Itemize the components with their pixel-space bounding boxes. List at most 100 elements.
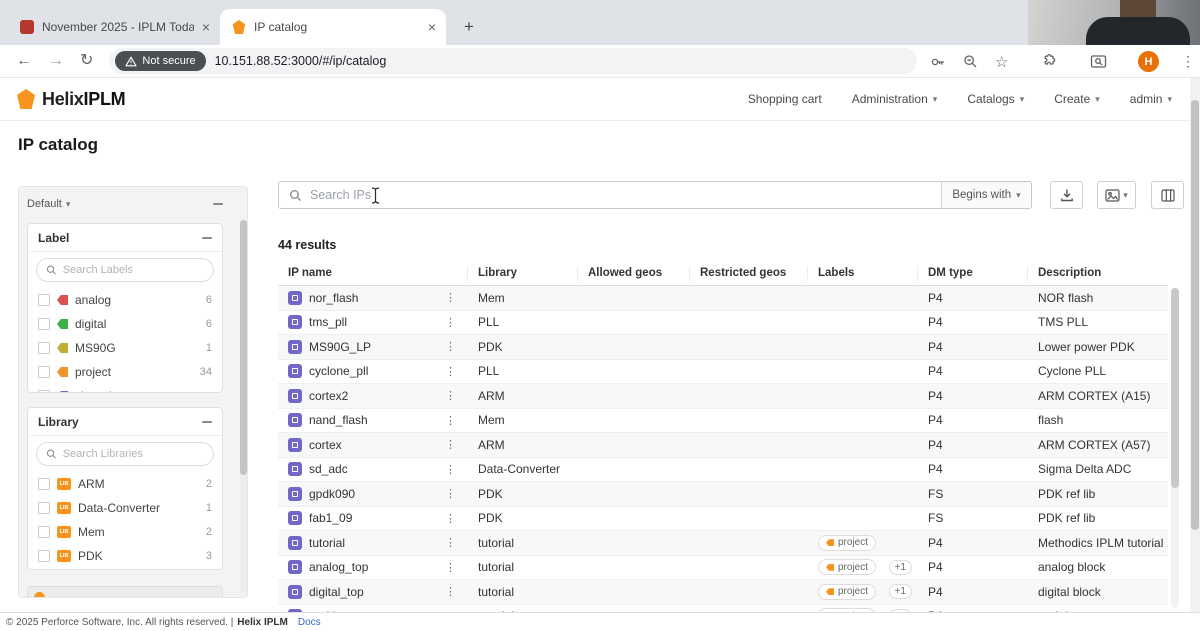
checkbox[interactable]: [38, 342, 50, 354]
ip-name[interactable]: analog_top: [309, 560, 368, 574]
label-filter-item[interactable]: MS90G 1: [28, 336, 222, 360]
library-filter-item[interactable]: LIB ARM 2: [28, 472, 222, 496]
row-menu-icon[interactable]: ⋮: [445, 585, 456, 598]
column-header-dm-type[interactable]: DM type: [918, 266, 1028, 281]
table-row[interactable]: gpdk090 ⋮ PDK FS PDK ref lib: [278, 482, 1168, 507]
search-input[interactable]: [310, 188, 941, 202]
ip-name[interactable]: cortex: [309, 438, 342, 452]
ip-name[interactable]: tutorial: [309, 536, 345, 550]
row-menu-icon[interactable]: ⋮: [445, 389, 456, 402]
page-search-icon[interactable]: [1090, 45, 1107, 78]
label-overflow-chip[interactable]: +1: [888, 584, 912, 600]
tab-close-icon[interactable]: ×: [428, 20, 436, 34]
column-header-description[interactable]: Description: [1028, 266, 1168, 281]
docs-link[interactable]: Docs: [298, 617, 321, 628]
table-row[interactable]: cyclone_pll ⋮ PLL P4 Cyclone PLL: [278, 360, 1168, 384]
column-header-library[interactable]: Library: [468, 266, 578, 281]
library-search-input[interactable]: [62, 448, 204, 460]
nav-create[interactable]: Create ▾: [1054, 92, 1100, 106]
sidebar-scrollbar[interactable]: [240, 220, 247, 592]
checkbox[interactable]: [38, 502, 50, 514]
column-header-allowed-geos[interactable]: Allowed geos: [578, 266, 690, 281]
download-button[interactable]: [1050, 181, 1083, 209]
row-menu-icon[interactable]: ⋮: [445, 438, 456, 451]
ip-name[interactable]: nand_flash: [309, 413, 368, 427]
collapse-sidebar-icon[interactable]: [213, 203, 223, 205]
browser-tab[interactable]: November 2025 - IPLM Today ×: [8, 9, 220, 45]
ip-name[interactable]: nor_flash: [309, 291, 358, 305]
table-row[interactable]: nor_flash ⋮ Mem P4 NOR flash: [278, 286, 1168, 311]
match-mode-dropdown[interactable]: Begins with ▾: [941, 182, 1031, 208]
table-row[interactable]: tms_pll ⋮ PLL P4 TMS PLL: [278, 311, 1168, 335]
zoom-icon[interactable]: [963, 45, 978, 78]
url-text[interactable]: 10.151.88.52:3000/#/ip/catalog: [215, 54, 387, 68]
table-scrollbar-thumb[interactable]: [1171, 288, 1179, 488]
sidebar-scrollbar-thumb[interactable]: [240, 220, 247, 475]
ip-name[interactable]: cortex2: [309, 389, 348, 403]
new-tab-button[interactable]: +: [456, 14, 482, 40]
helix-iplm-logo[interactable]: HelixIPLM: [16, 89, 126, 110]
table-scrollbar[interactable]: [1171, 288, 1179, 608]
table-row[interactable]: digital_top ⋮ tutorial project +1 P4 digi…: [278, 580, 1168, 605]
label-chip[interactable]: project: [818, 583, 877, 600]
table-row[interactable]: fab1_09 ⋮ PDK FS PDK ref lib: [278, 507, 1168, 531]
label-chip[interactable]: project: [818, 559, 877, 576]
ip-name[interactable]: tms_pll: [309, 315, 347, 329]
not-secure-badge[interactable]: Not secure: [115, 51, 206, 71]
checkbox[interactable]: [38, 390, 50, 392]
back-icon[interactable]: ←: [16, 53, 32, 69]
table-row[interactable]: sd_adc ⋮ Data-Converter P4 Sigma Delta A…: [278, 458, 1168, 482]
label-filter-item[interactable]: shared: [28, 384, 222, 392]
reload-icon[interactable]: ↻: [80, 53, 93, 69]
nav-admin[interactable]: admin ▾: [1130, 92, 1172, 106]
ip-name[interactable]: gpdk090: [309, 487, 355, 501]
checkbox[interactable]: [38, 526, 50, 538]
profile-avatar[interactable]: H: [1138, 45, 1159, 78]
ip-name[interactable]: digital_top: [309, 585, 364, 599]
row-menu-icon[interactable]: ⋮: [445, 487, 456, 500]
view-toggle-button[interactable]: [1151, 181, 1184, 209]
table-row[interactable]: cortex2 ⋮ ARM P4 ARM CORTEX (A15): [278, 384, 1168, 409]
extensions-puzzle-icon[interactable]: [1040, 45, 1057, 78]
row-menu-icon[interactable]: ⋮: [445, 291, 456, 304]
row-menu-icon[interactable]: ⋮: [445, 316, 456, 329]
library-filter-item[interactable]: LIB PLL: [28, 568, 222, 569]
column-header-ip-name[interactable]: IP name: [278, 266, 468, 281]
label-filter-item[interactable]: analog 6: [28, 288, 222, 312]
checkbox[interactable]: [38, 318, 50, 330]
label-overflow-chip[interactable]: +1: [888, 559, 912, 575]
collapse-label-card-icon[interactable]: [202, 236, 212, 239]
export-image-button[interactable]: ▾: [1097, 181, 1136, 209]
bookmark-star-icon[interactable]: ☆: [995, 45, 1008, 78]
label-chip[interactable]: project: [818, 534, 877, 551]
forward-icon[interactable]: →: [48, 53, 64, 69]
row-menu-icon[interactable]: ⋮: [445, 340, 456, 353]
library-filter-item[interactable]: LIB Data-Converter 1: [28, 496, 222, 520]
ip-name[interactable]: MS90G_LP: [309, 340, 371, 354]
nav-catalogs[interactable]: Catalogs ▾: [967, 92, 1024, 106]
nav-shopping-cart[interactable]: Shopping cart: [748, 92, 822, 106]
table-row[interactable]: tutorial ⋮ tutorial project P4 Methodics…: [278, 531, 1168, 556]
label-filter-item[interactable]: project 34: [28, 360, 222, 384]
column-header-labels[interactable]: Labels: [808, 266, 918, 281]
checkbox[interactable]: [38, 366, 50, 378]
table-row[interactable]: analog_top ⋮ tutorial project +1 P4 analo…: [278, 556, 1168, 580]
checkbox[interactable]: [38, 294, 50, 306]
row-menu-icon[interactable]: ⋮: [445, 512, 456, 525]
row-menu-icon[interactable]: ⋮: [445, 365, 456, 378]
page-scrollbar[interactable]: [1190, 78, 1200, 612]
row-menu-icon[interactable]: ⋮: [445, 414, 456, 427]
table-row[interactable]: cortex ⋮ ARM P4 ARM CORTEX (A57): [278, 433, 1168, 458]
column-header-restricted-geos[interactable]: Restricted geos: [690, 266, 808, 281]
password-key-icon[interactable]: [930, 45, 946, 78]
ip-name[interactable]: sd_adc: [309, 462, 348, 476]
page-scrollbar-thumb[interactable]: [1191, 100, 1199, 530]
browser-tab[interactable]: IP catalog ×: [220, 9, 446, 45]
library-filter-item[interactable]: LIB PDK 3: [28, 544, 222, 568]
library-filter-item[interactable]: LIB Mem 2: [28, 520, 222, 544]
label-search-input[interactable]: [62, 264, 204, 276]
tab-close-icon[interactable]: ×: [202, 20, 210, 34]
row-menu-icon[interactable]: ⋮: [445, 536, 456, 549]
ip-name[interactable]: cyclone_pll: [309, 364, 368, 378]
row-menu-icon[interactable]: ⋮: [445, 463, 456, 476]
